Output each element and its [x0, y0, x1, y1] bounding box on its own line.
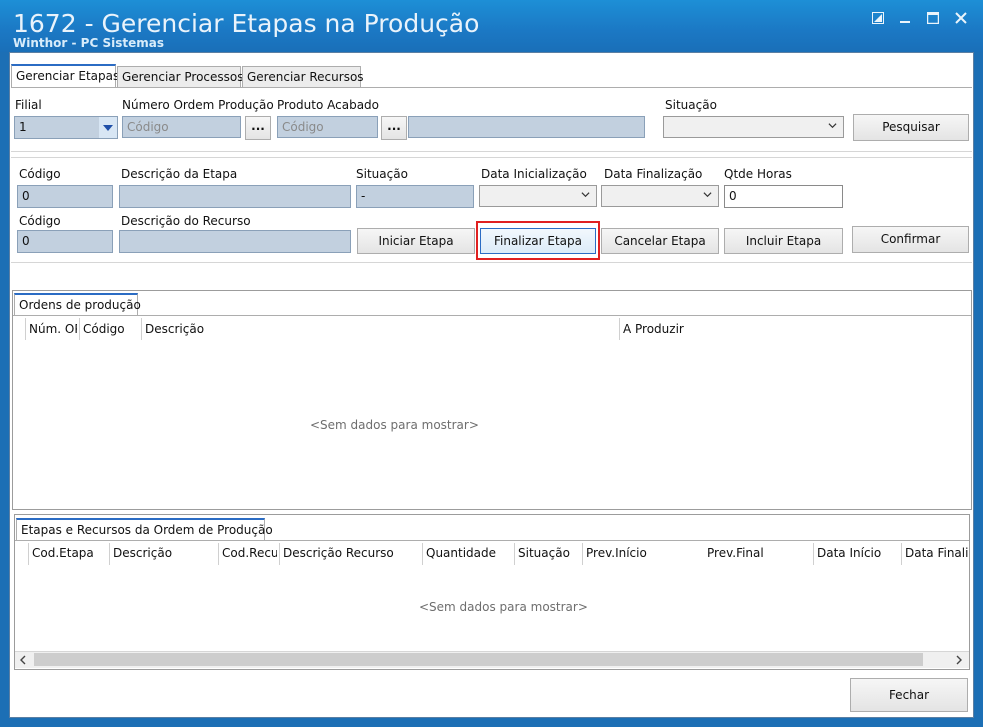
column-divider [582, 543, 583, 565]
qtde-horas-input[interactable]: 0 [724, 185, 843, 208]
situacao-filter-label: Situação [665, 98, 717, 112]
tab-etapas-recursos[interactable]: Etapas e Recursos da Ordem de Produção [16, 518, 273, 540]
etapa-codigo-field: 0 [17, 185, 113, 208]
column-divider [79, 318, 80, 340]
column-divider [109, 543, 110, 565]
scroll-right-icon[interactable] [950, 652, 967, 668]
data-finalizacao-label: Data Finalização [604, 167, 703, 181]
produto-search-button[interactable]: ... [381, 116, 407, 140]
separator [11, 157, 972, 158]
recurso-descricao-label: Descrição do Recurso [121, 214, 251, 228]
col-prev-inicio[interactable]: Prev.Início [586, 546, 696, 560]
etapas-empty-message: <Sem dados para mostrar> [419, 600, 588, 614]
scrollbar-thumb[interactable] [34, 653, 923, 666]
ordem-input[interactable]: Código [122, 116, 241, 138]
column-divider [813, 543, 814, 565]
cancelar-etapa-button[interactable]: Cancelar Etapa [601, 228, 719, 254]
produto-codigo-input[interactable]: Código [277, 116, 378, 138]
separator [11, 151, 972, 152]
filial-value: 1 [19, 120, 27, 134]
tab-gerenciar-recursos[interactable]: Gerenciar Recursos [242, 66, 364, 88]
tab-gerenciar-etapas[interactable]: Gerenciar Etapas [11, 64, 119, 88]
column-divider [619, 318, 620, 340]
recurso-descricao-field [119, 230, 351, 253]
col-codigo[interactable]: Código [83, 322, 139, 336]
ordem-label: Número Ordem Produção [122, 98, 274, 112]
col-cod-recurso[interactable]: Cod.Recurso [222, 546, 277, 560]
tab-ordens-producao[interactable]: Ordens de produção [14, 293, 141, 315]
minimize-icon[interactable] [894, 10, 916, 30]
etapa-situacao-field: - [356, 185, 474, 208]
restore-down-icon[interactable] [867, 10, 889, 30]
data-inicializacao-label: Data Inicialização [481, 167, 587, 181]
etapa-descricao-field [119, 185, 351, 208]
etapa-descricao-label: Descrição da Etapa [121, 167, 238, 181]
close-icon[interactable] [950, 10, 972, 30]
chevron-down-icon[interactable] [99, 117, 117, 138]
col-data-inicio[interactable]: Data Início [817, 546, 897, 560]
column-divider [422, 543, 423, 565]
col-cod-etapa[interactable]: Cod.Etapa [32, 546, 106, 560]
recurso-codigo-label: Código [19, 214, 61, 228]
column-divider [28, 543, 29, 565]
qtde-horas-label: Qtde Horas [724, 167, 792, 181]
etapa-codigo-label: Código [19, 167, 61, 181]
chevron-down-icon [703, 192, 712, 198]
column-divider [218, 543, 219, 565]
etapa-situacao-label: Situação [356, 167, 408, 181]
col-descricao-etapa[interactable]: Descrição [113, 546, 213, 560]
situacao-filter-combo[interactable] [663, 116, 844, 138]
column-divider [514, 543, 515, 565]
col-situacao[interactable]: Situação [518, 546, 580, 560]
column-divider [141, 318, 142, 340]
ordem-search-button[interactable]: ... [245, 116, 271, 140]
filial-combo[interactable]: 1 [14, 116, 118, 139]
column-divider [25, 318, 26, 340]
iniciar-etapa-button[interactable]: Iniciar Etapa [357, 228, 475, 254]
col-quantidade[interactable]: Quantidade [426, 546, 510, 560]
finalizar-etapa-button[interactable]: Finalizar Etapa [480, 228, 596, 254]
data-finalizacao-combo[interactable] [601, 185, 719, 207]
ordens-empty-message: <Sem dados para mostrar> [310, 418, 479, 432]
col-data-finalizacao[interactable]: Data Finalização [905, 546, 968, 560]
grid-tab-line [13, 315, 971, 316]
pesquisar-button[interactable]: Pesquisar [853, 114, 969, 141]
column-divider [901, 543, 902, 565]
maximize-icon[interactable] [922, 10, 944, 30]
recurso-codigo-field: 0 [17, 230, 113, 253]
tab-strip-line [11, 87, 972, 88]
chevron-down-icon [581, 192, 590, 198]
chevron-down-icon [828, 123, 837, 129]
data-inicializacao-combo[interactable] [479, 185, 597, 207]
column-divider [279, 543, 280, 565]
separator [11, 262, 972, 263]
scroll-left-icon[interactable] [15, 652, 32, 668]
col-descricao[interactable]: Descrição [145, 322, 345, 336]
produto-label: Produto Acabado [277, 98, 379, 112]
col-num-op[interactable]: Núm. OP [29, 322, 77, 336]
col-prev-final[interactable]: Prev.Final [707, 546, 807, 560]
window-title: 1672 - Gerenciar Etapas na Produção [13, 9, 480, 38]
tab-gerenciar-processos[interactable]: Gerenciar Processos [117, 66, 244, 88]
incluir-etapa-button[interactable]: Incluir Etapa [724, 228, 843, 254]
grid-tab-line [15, 540, 969, 541]
produto-descricao-field [408, 116, 645, 138]
col-a-produzir[interactable]: A Produzir [623, 322, 743, 336]
fechar-button[interactable]: Fechar [850, 678, 968, 712]
confirmar-button[interactable]: Confirmar [852, 226, 969, 253]
filial-label: Filial [15, 98, 42, 112]
col-descricao-recurso[interactable]: Descrição Recurso [283, 546, 413, 560]
window-subtitle: Winthor - PC Sistemas [13, 36, 164, 50]
